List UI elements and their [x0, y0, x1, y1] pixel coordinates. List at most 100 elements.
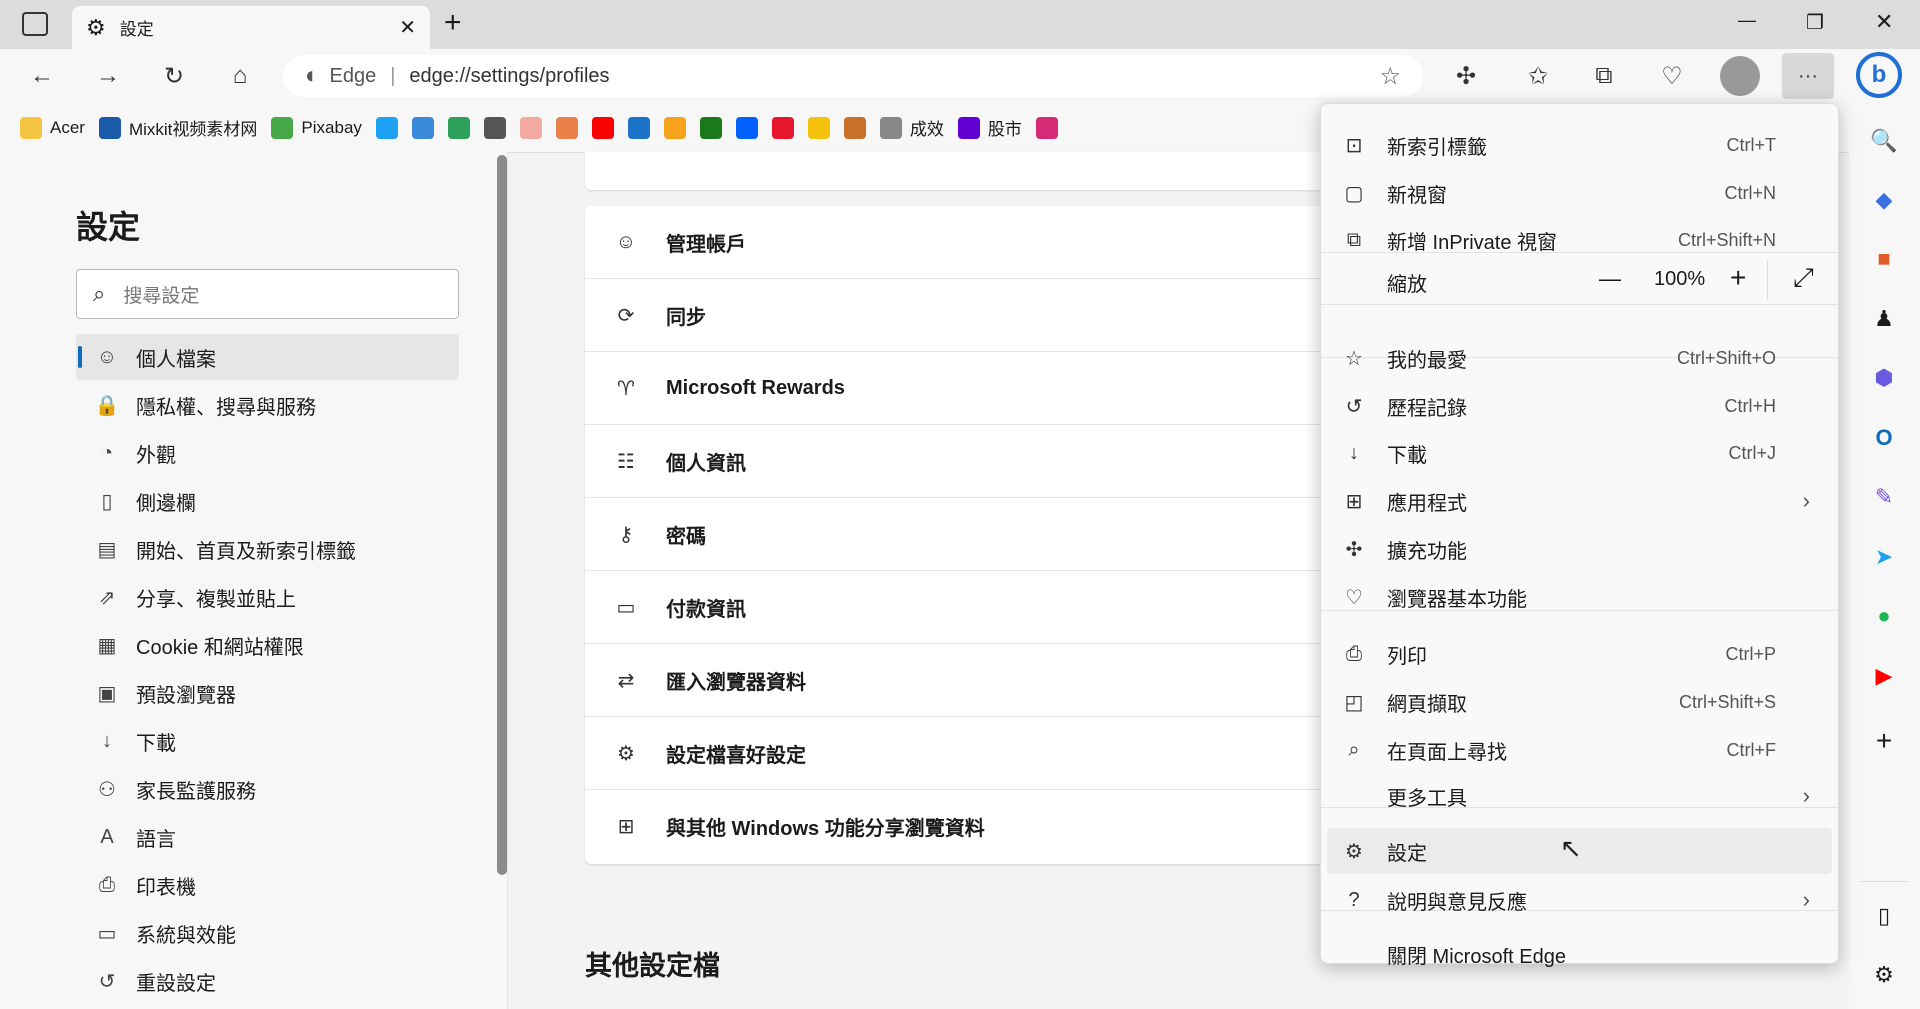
menu-item-item-15[interactable]: 關閉 Microsoft Edge — [1327, 931, 1832, 977]
tab-settings[interactable]: ⚙ 設定 ✕ — [72, 6, 430, 49]
close-tab-icon[interactable]: ✕ — [399, 15, 416, 40]
sidebar-settings-icon[interactable]: ⚙ — [1866, 957, 1902, 993]
profile-avatar[interactable] — [1720, 56, 1760, 96]
bookmark-item[interactable] — [807, 116, 830, 139]
restore-button[interactable]: ❐ — [1806, 10, 1824, 35]
menu-item-essentials[interactable]: ♡ 瀏覽器基本功能 — [1327, 574, 1832, 620]
outlook-icon[interactable]: O — [1866, 420, 1902, 456]
favorite-star-icon[interactable]: ☆ — [1379, 62, 1401, 91]
spotify-icon[interactable]: ● — [1866, 598, 1902, 634]
bookmark-item[interactable] — [483, 116, 506, 139]
scrollbar[interactable] — [497, 155, 507, 875]
sidebar-item-home-tab[interactable]: ▤ 開始、首頁及新索引標籤 — [76, 526, 459, 572]
download-icon: ↓ — [102, 729, 112, 752]
sidebar-item-sidebar[interactable]: ▯ 側邊欄 — [76, 478, 459, 524]
family-icon: ⚇ — [98, 778, 116, 801]
refresh-icon[interactable]: ↻ — [156, 58, 192, 94]
youtube-icon[interactable]: ▶ — [1866, 658, 1902, 694]
history-icon: ↺ — [1345, 395, 1363, 418]
hide-sidebar-icon[interactable]: ▯ — [1866, 898, 1902, 934]
sidebar-item-profile[interactable]: ☺ 個人檔案 — [76, 334, 459, 380]
bookmark-item[interactable] — [447, 116, 470, 139]
profile-prefs-icon: ⚙ — [617, 742, 635, 765]
forward-icon[interactable]: → — [90, 58, 126, 94]
minimize-button[interactable]: — — [1738, 10, 1756, 31]
designer-icon[interactable]: ✎ — [1866, 479, 1902, 515]
telegram-icon[interactable]: ➤ — [1866, 539, 1902, 575]
sidebar-search-icon[interactable]: 🔍 — [1866, 123, 1902, 159]
menu-label: 設定 — [1387, 842, 1427, 865]
menu-label: 新增 InPrivate 視窗 — [1387, 231, 1558, 254]
bookmarks-bar: Acer Mixkit视频素材网 Pixabay 成效 股市 — [0, 103, 1320, 152]
tab-actions-icon[interactable] — [22, 12, 48, 36]
bookmark-item[interactable] — [555, 116, 578, 139]
sidebar-item-lock[interactable]: 🔒 隱私權、搜尋與服務 — [76, 382, 459, 428]
menu-item-print[interactable]: ⎙ 列印 Ctrl+P — [1327, 631, 1832, 677]
bookmark-item[interactable] — [411, 116, 434, 139]
menu-item-history[interactable]: ↺ 歷程記錄 Ctrl+H — [1327, 383, 1832, 429]
address-bar[interactable]: ◐ Edge | edge://settings/profiles ☆ — [283, 55, 1423, 97]
sidebar-item-language[interactable]: A 語言 — [76, 814, 459, 860]
sidebar-item-palette[interactable]: ◔ 外觀 — [76, 430, 459, 476]
sidebar-item-share[interactable]: ⇗ 分享、複製並貼上 — [76, 574, 459, 620]
sidebar-item-default-browser[interactable]: ▣ 預設瀏覽器 — [76, 670, 459, 716]
menu-item-apps[interactable]: ⊞ 應用程式 › — [1327, 478, 1832, 524]
sidebar-item-download[interactable]: ↓ 下載 — [76, 718, 459, 764]
menu-item-download[interactable]: ↓ 下載 Ctrl+J — [1327, 430, 1832, 476]
sidebar-item-printer[interactable]: ⎙ 印表機 — [76, 862, 459, 908]
search-settings-input[interactable]: ⌕ 搜尋設定 — [76, 269, 459, 319]
zoom-in-button[interactable]: + — [1730, 262, 1746, 294]
tools-icon[interactable]: ■ — [1866, 241, 1902, 277]
bing-copilot-icon[interactable]: b — [1856, 52, 1902, 98]
menu-item-find[interactable]: ⌕ 在頁面上尋找 Ctrl+F — [1327, 727, 1832, 773]
fullscreen-icon[interactable]: ⤢ — [1793, 262, 1814, 294]
menu-item-new-window[interactable]: ▢ 新視窗 Ctrl+N — [1327, 170, 1832, 216]
menu-item-help[interactable]: ? 說明與意見反應 › — [1327, 877, 1832, 923]
microsoft365-icon[interactable]: ⬢ — [1866, 360, 1902, 396]
bookmark-item[interactable] — [771, 116, 794, 139]
menu-item-inprivate[interactable]: ⧉ 新增 InPrivate 視窗 Ctrl+Shift+N — [1327, 217, 1832, 263]
favorites-icon[interactable]: ✩ — [1520, 58, 1556, 94]
sidebar-item-family[interactable]: ⚇ 家長監護服務 — [76, 766, 459, 812]
sidebar-item-system[interactable]: ▭ 系統與效能 — [76, 910, 459, 956]
home-icon[interactable]: ⌂ — [222, 58, 258, 94]
menu-item-favorites[interactable]: ☆ 我的最愛 Ctrl+Shift+O — [1327, 335, 1832, 381]
menu-item-capture[interactable]: ◰ 網頁擷取 Ctrl+Shift+S — [1327, 679, 1832, 725]
menu-item-new-tab[interactable]: ⊡ 新索引標籤 Ctrl+T — [1327, 122, 1832, 168]
more-options-button[interactable]: ··· — [1782, 53, 1834, 99]
bookmark-item[interactable]: Mixkit视频素材网 — [98, 115, 257, 140]
extensions-icon[interactable]: ✣ — [1448, 58, 1484, 94]
bookmark-item[interactable] — [591, 116, 614, 139]
bookmark-item[interactable] — [699, 116, 722, 139]
bookmark-item[interactable] — [519, 116, 542, 139]
bookmark-item[interactable]: Acer — [20, 116, 85, 139]
menu-item-item-12[interactable]: 更多工具 › — [1327, 773, 1832, 819]
sidebar-item-reset[interactable]: ↺ 重設設定 — [76, 958, 459, 1004]
new-tab-icon: ⊡ — [1345, 134, 1363, 157]
bookmark-item[interactable] — [627, 116, 650, 139]
shopping-tag-icon[interactable]: ◆ — [1866, 182, 1902, 218]
games-icon[interactable]: ♟ — [1866, 301, 1902, 337]
bookmark-item[interactable]: 股市 — [957, 115, 1022, 140]
zoom-out-button[interactable]: — — [1599, 266, 1621, 292]
bookmark-item[interactable] — [1035, 116, 1058, 139]
menu-shortcut: Ctrl+N — [1724, 182, 1776, 203]
collections-icon[interactable]: ⧉ — [1586, 58, 1622, 94]
back-icon[interactable]: ← — [24, 58, 60, 94]
window-close-button[interactable]: ✕ — [1875, 9, 1893, 35]
bookmark-item[interactable] — [735, 116, 758, 139]
menu-label: 歷程記錄 — [1387, 397, 1467, 420]
bookmark-item[interactable]: Pixabay — [271, 116, 362, 139]
bookmark-item[interactable] — [843, 116, 866, 139]
menu-item-extensions[interactable]: ✣ 擴充功能 — [1327, 526, 1832, 572]
bookmark-favicon-icon — [447, 116, 470, 139]
bookmark-item[interactable] — [375, 116, 398, 139]
new-tab-button[interactable]: + — [444, 6, 462, 40]
address-url[interactable]: edge://settings/profiles — [409, 65, 609, 88]
add-sidebar-app-icon[interactable]: + — [1866, 723, 1902, 759]
home-tab-icon: ▤ — [97, 538, 117, 561]
sidebar-item-site-permissions[interactable]: ▦ Cookie 和網站權限 — [76, 622, 459, 668]
bookmark-item[interactable]: 成效 — [879, 115, 944, 140]
bookmark-item[interactable] — [663, 116, 686, 139]
browser-essentials-icon[interactable]: ♡ — [1654, 58, 1690, 94]
